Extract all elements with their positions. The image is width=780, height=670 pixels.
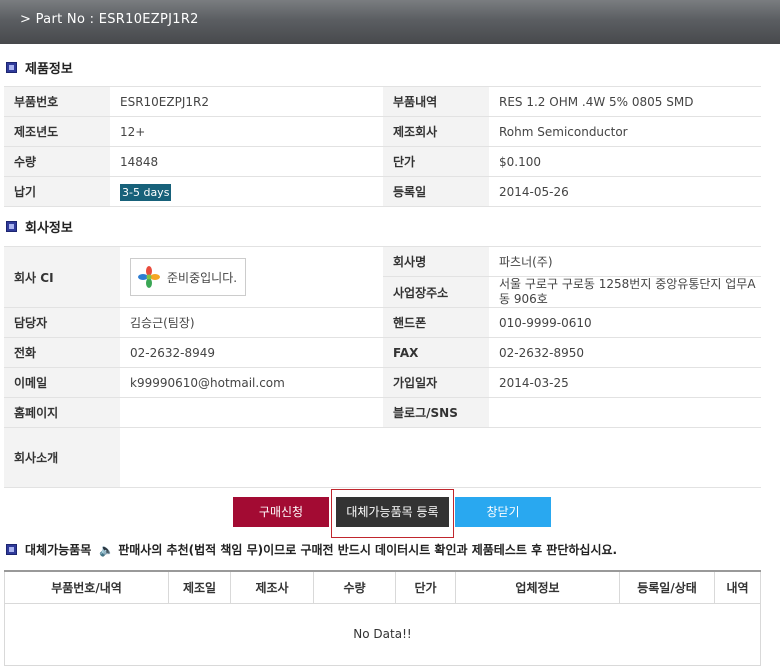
fax-label: FAX bbox=[383, 337, 489, 368]
part-no-value: ESR10EZPJ1R2 bbox=[110, 86, 383, 117]
regdate-value: 2014-05-26 bbox=[489, 176, 761, 207]
speaker-icon: 🔈 bbox=[99, 542, 115, 557]
table-row: 부품번호 ESR10EZPJ1R2 부품내역 RES 1.2 OHM .4W 5… bbox=[4, 86, 761, 117]
column-header: 업체정보 bbox=[455, 570, 620, 604]
table-row: 홈페이지 블로그/SNS bbox=[4, 397, 761, 428]
page-header: > Part No : ESR10EZPJ1R2 bbox=[0, 0, 780, 44]
table-row: 전화 02-2632-8949 FAX 02-2632-8950 bbox=[4, 337, 761, 368]
table-row: No Data!! bbox=[4, 602, 761, 666]
blog-value[interactable] bbox=[489, 397, 761, 428]
column-header: 등록일/상태 bbox=[619, 570, 715, 604]
table-row: 제조년도 12+ 제조회사 Rohm Semiconductor bbox=[4, 116, 761, 147]
column-header: 수량 bbox=[313, 570, 396, 604]
column-header: 제조일 bbox=[168, 570, 231, 604]
company-section-title: 회사정보 bbox=[6, 217, 73, 236]
table-row: 납기 3-5 days 등록일 2014-05-26 bbox=[4, 176, 761, 207]
ci-cell: 준비중입니다. bbox=[120, 246, 383, 308]
table-header-row: 부품번호/내역 제조일 제조사 수량 단가 업체정보 등록일/상태 내역 bbox=[4, 570, 761, 604]
table-row: 회사 CI 준비중입니다. 회사명 파츠너(주) bbox=[4, 246, 761, 308]
intro-label: 회사소개 bbox=[4, 427, 120, 488]
maker-value: Rohm Semiconductor bbox=[489, 116, 761, 147]
delivery-cell: 3-5 days bbox=[110, 176, 383, 207]
column-header: 제조사 bbox=[230, 570, 314, 604]
section-bullet-icon bbox=[6, 221, 17, 232]
table-row: 회사소개 bbox=[4, 427, 761, 488]
year-value: 12+ bbox=[110, 116, 383, 147]
logo-flower-icon bbox=[138, 266, 160, 288]
email-value[interactable]: k99990610@hotmail.com bbox=[120, 367, 383, 398]
qty-label: 수량 bbox=[4, 146, 110, 177]
logo-placeholder-text: 준비중입니다. bbox=[167, 270, 238, 285]
alternatives-title: 대체가능품목 bbox=[25, 543, 92, 557]
homepage-value[interactable] bbox=[120, 397, 383, 428]
address-label: 사업장주소 bbox=[383, 276, 489, 308]
company-name-label: 회사명 bbox=[383, 246, 489, 277]
alternatives-header: 대체가능품목 🔈 판매사의 추천(법적 책임 무)이므로 구매전 반드시 데이터… bbox=[6, 541, 617, 558]
product-section-title: 제품정보 bbox=[6, 58, 73, 77]
fax-value: 02-2632-8950 bbox=[489, 337, 761, 368]
address-value: 서울 구로구 구로동 1258번지 중앙유통단지 업무A동 906호 bbox=[489, 276, 761, 308]
alternatives-notice: 판매사의 추천(법적 책임 무)이므로 구매전 반드시 데이터시트 확인과 제품… bbox=[118, 543, 618, 557]
company-name-value: 파츠너(주) bbox=[489, 246, 761, 277]
column-header: 부품번호/내역 bbox=[4, 570, 169, 604]
price-label: 단가 bbox=[383, 146, 489, 177]
product-info-table: 부품번호 ESR10EZPJ1R2 부품내역 RES 1.2 OHM .4W 5… bbox=[4, 86, 761, 207]
email-label: 이메일 bbox=[4, 367, 120, 398]
regdate-label: 등록일 bbox=[383, 176, 489, 207]
phone-value: 02-2632-8949 bbox=[120, 337, 383, 368]
homepage-label: 홈페이지 bbox=[4, 397, 120, 428]
table-row: 이메일 k99990610@hotmail.com 가입일자 2014-03-2… bbox=[4, 367, 761, 398]
price-value: $0.100 bbox=[489, 146, 761, 177]
alternatives-table: 부품번호/내역 제조일 제조사 수량 단가 업체정보 등록일/상태 내역 No … bbox=[4, 570, 761, 666]
mobile-label: 핸드폰 bbox=[383, 307, 489, 338]
table-row: 수량 14848 단가 $0.100 bbox=[4, 146, 761, 177]
mobile-value: 010-9999-0610 bbox=[489, 307, 761, 338]
desc-label: 부품내역 bbox=[383, 86, 489, 117]
table-row: 담당자 김승근(팀장) 핸드폰 010-9999-0610 bbox=[4, 307, 761, 338]
year-label: 제조년도 bbox=[4, 116, 110, 147]
intro-value bbox=[120, 427, 761, 488]
part-no-label: 부품번호 bbox=[4, 86, 110, 117]
qty-value: 14848 bbox=[110, 146, 383, 177]
joined-label: 가입일자 bbox=[383, 367, 489, 398]
manager-label: 담당자 bbox=[4, 307, 120, 338]
joined-value: 2014-03-25 bbox=[489, 367, 761, 398]
purchase-button[interactable]: 구매신청 bbox=[233, 497, 329, 527]
blog-label: 블로그/SNS bbox=[383, 397, 489, 428]
action-buttons: 구매신청 대체가능품목 등록 창닫기 bbox=[0, 497, 780, 529]
close-button[interactable]: 창닫기 bbox=[455, 497, 551, 527]
section-bullet-icon bbox=[6, 544, 17, 555]
column-header: 내역 bbox=[714, 570, 761, 604]
maker-label: 제조회사 bbox=[383, 116, 489, 147]
delivery-label: 납기 bbox=[4, 176, 110, 207]
section-bullet-icon bbox=[6, 62, 17, 73]
page-title: > Part No : ESR10EZPJ1R2 bbox=[20, 12, 199, 27]
register-alternative-button[interactable]: 대체가능품목 등록 bbox=[336, 497, 449, 527]
section-title-label: 제품정보 bbox=[25, 62, 73, 77]
desc-value: RES 1.2 OHM .4W 5% 0805 SMD bbox=[489, 86, 761, 117]
section-title-label: 회사정보 bbox=[25, 221, 73, 236]
company-info-table: 회사 CI 준비중입니다. 회사명 파츠너(주) 사업장주소 서울 구로구 구로… bbox=[4, 246, 761, 488]
delivery-badge: 3-5 days bbox=[120, 183, 172, 201]
manager-value: 김승근(팀장) bbox=[120, 307, 383, 338]
empty-message: No Data!! bbox=[4, 602, 761, 666]
phone-label: 전화 bbox=[4, 337, 120, 368]
company-logo: 준비중입니다. bbox=[130, 258, 246, 296]
ci-label: 회사 CI bbox=[4, 246, 120, 308]
column-header: 단가 bbox=[395, 570, 456, 604]
